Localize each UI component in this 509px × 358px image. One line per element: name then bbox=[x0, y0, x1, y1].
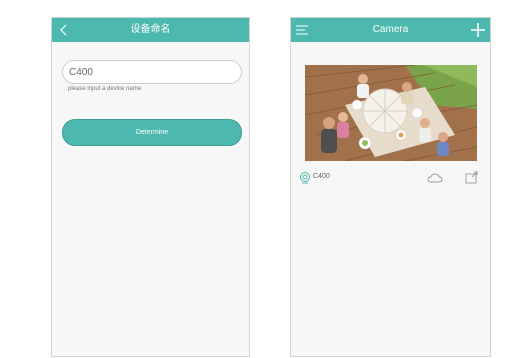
back-arrow-icon[interactable] bbox=[58, 24, 70, 36]
family-dinner-photo bbox=[305, 65, 477, 161]
share-icon[interactable] bbox=[465, 171, 479, 184]
page-title: Camera bbox=[372, 24, 409, 35]
camera-preview-image[interactable] bbox=[305, 65, 477, 161]
plus-icon[interactable] bbox=[470, 22, 486, 38]
top-bar: 设备命名 bbox=[52, 18, 249, 42]
device-naming-screen: 设备命名 please input a device name Determin… bbox=[51, 17, 250, 357]
camera-status-icon bbox=[300, 172, 310, 184]
top-bar: Camera bbox=[291, 18, 490, 42]
cloud-icon[interactable] bbox=[427, 172, 443, 184]
device-name-hint: please input a device name bbox=[68, 86, 142, 92]
menu-icon[interactable] bbox=[295, 24, 309, 36]
camera-name: C400 bbox=[313, 173, 330, 180]
device-name-input[interactable] bbox=[62, 60, 242, 84]
determine-button[interactable]: Determine bbox=[62, 119, 242, 146]
page-title: 设备命名 bbox=[130, 24, 171, 35]
camera-list-screen: Camera C400 bbox=[290, 17, 491, 357]
camera-list-item[interactable]: C400 bbox=[299, 170, 478, 186]
